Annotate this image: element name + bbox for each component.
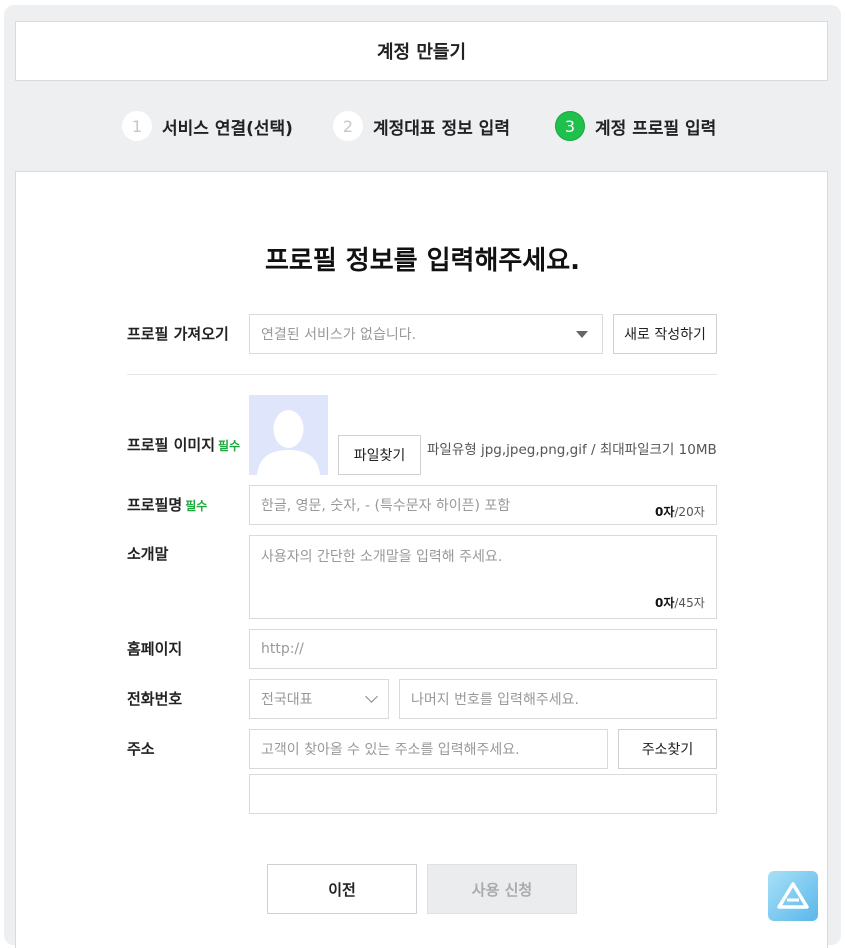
required-badge: 필수: [218, 439, 241, 453]
homepage-input[interactable]: http://: [249, 629, 717, 669]
new-profile-button[interactable]: 새로 작성하기: [613, 314, 717, 354]
profile-name-max: /20자: [674, 505, 705, 519]
homepage-label: 홈페이지: [127, 640, 183, 658]
scroll-top-button[interactable]: [768, 871, 818, 921]
profile-import-select[interactable]: 연결된 서비스가 없습니다.: [249, 314, 603, 354]
section-divider: [127, 374, 717, 375]
phone-area-value: 전국대표: [261, 692, 313, 708]
brand-logo-icon: [777, 882, 809, 909]
step-3-number: 3: [555, 111, 585, 141]
intro-label: 소개말: [127, 545, 169, 563]
profile-name-label-text: 프로필명: [127, 496, 183, 514]
profile-name-input[interactable]: 한글, 영문, 숫자, - (특수문자 하이픈) 포함: [249, 485, 717, 525]
step-1-label: 서비스 연결(선택): [162, 118, 293, 139]
profile-name-count: 0자: [655, 505, 675, 519]
address-search-button[interactable]: 주소찾기: [618, 729, 717, 769]
intro-textarea[interactable]: 사용자의 간단한 소개말을 입력해 주세요.: [249, 535, 717, 619]
intro-count: 0자: [655, 596, 675, 610]
profile-name-counter: 0자/20자: [655, 503, 705, 520]
file-search-button[interactable]: 파일찾기: [338, 435, 421, 475]
avatar-placeholder-icon: [257, 410, 320, 475]
step-2-label: 계정대표 정보 입력: [373, 118, 510, 139]
intro-max: /45자: [674, 596, 705, 610]
step-3-label: 계정 프로필 입력: [595, 118, 717, 139]
file-info-text: 파일유형 jpg,jpeg,png,gif / 최대파일크기 10MB: [427, 442, 717, 458]
profile-image-label: 프로필 이미지 필수: [127, 434, 240, 455]
step-1: 1 서비스 연결(선택): [122, 108, 293, 144]
caret-down-icon: [576, 331, 588, 338]
phone-number-input[interactable]: 나머지 번호를 입력해주세요.: [399, 679, 717, 719]
profile-name-placeholder: 한글, 영문, 숫자, - (특수문자 하이픈) 포함: [261, 498, 511, 514]
prev-button[interactable]: 이전: [267, 864, 417, 914]
profile-import-select-value: 연결된 서비스가 없습니다.: [261, 327, 417, 343]
submit-button[interactable]: 사용 신청: [427, 864, 577, 914]
address-input[interactable]: 고객이 찾아올 수 있는 주소를 입력해주세요.: [249, 729, 608, 769]
page-title: 프로필 정보를 입력해주세요.: [264, 246, 581, 276]
profile-name-label: 프로필명 필수: [127, 494, 207, 515]
chevron-down-icon: [365, 690, 378, 703]
homepage-placeholder: http://: [261, 641, 304, 657]
profile-image-label-text: 프로필 이미지: [127, 436, 216, 454]
step-1-number: 1: [122, 111, 152, 141]
phone-number-placeholder: 나머지 번호를 입력해주세요.: [411, 692, 579, 708]
step-3: 3 계정 프로필 입력: [555, 108, 716, 144]
step-2: 2 계정대표 정보 입력: [333, 108, 510, 144]
profile-import-label: 프로필 가져오기: [127, 325, 229, 343]
phone-area-select[interactable]: 전국대표: [249, 679, 389, 719]
address-detail-input[interactable]: [249, 774, 717, 814]
profile-image-preview: [249, 395, 328, 475]
required-badge: 필수: [185, 499, 208, 513]
intro-counter: 0자/45자: [655, 594, 705, 611]
page-header: 계정 만들기: [15, 21, 828, 81]
step-2-number: 2: [333, 111, 363, 141]
intro-placeholder: 사용자의 간단한 소개말을 입력해 주세요.: [261, 549, 503, 565]
page-header-title: 계정 만들기: [376, 42, 467, 63]
address-label: 주소: [127, 740, 155, 758]
address-placeholder: 고객이 찾아올 수 있는 주소를 입력해주세요.: [261, 742, 520, 758]
phone-label: 전화번호: [127, 690, 183, 708]
step-indicator: 1 서비스 연결(선택) 2 계정대표 정보 입력 3 계정 프로필 입력: [0, 108, 845, 144]
